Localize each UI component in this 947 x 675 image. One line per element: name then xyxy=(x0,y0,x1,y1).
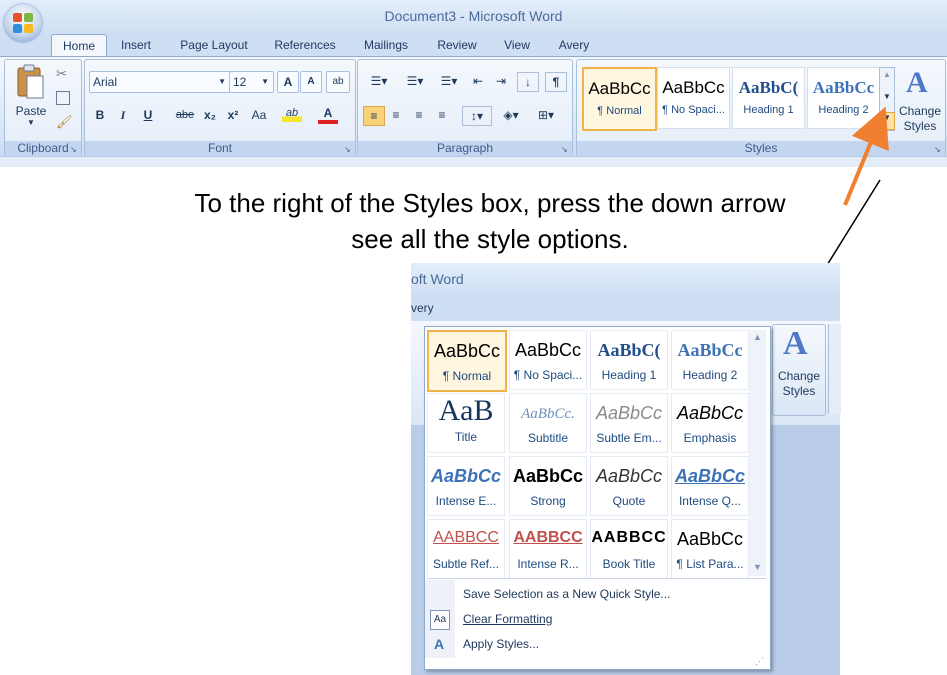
style-label: Emphasis xyxy=(683,431,737,445)
style-sample: AaBbCc xyxy=(430,466,501,486)
style-sample: AaBbCc xyxy=(676,529,744,549)
zoom-tab-avery: very xyxy=(411,301,434,315)
zoom-next-group xyxy=(828,324,841,414)
gallery-scrollbar[interactable]: ▲ ▼ xyxy=(749,330,766,576)
zoom-change-styles-label-2: Styles xyxy=(782,384,816,398)
gallery-style-subtle-emphasis[interactable]: AaBbCc Subtle Em... xyxy=(590,393,668,453)
style-label: Heading 2 xyxy=(682,368,738,382)
style-label: Subtle Ref... xyxy=(432,557,500,571)
zoom-change-styles-label-1: Change xyxy=(777,369,821,383)
zoom-tab-bar: very xyxy=(411,295,840,321)
clear-formatting-icon: Aa xyxy=(430,610,450,630)
apply-styles-icon: A xyxy=(433,636,445,652)
gallery-style-no-spacing[interactable]: AaBbCc ¶ No Spaci... xyxy=(509,330,587,390)
menu-save-quick-style[interactable]: Save Selection as a New Quick Style... xyxy=(463,583,670,605)
style-sample: AABBCC xyxy=(513,529,583,546)
gallery-style-quote[interactable]: AaBbCc Quote xyxy=(590,456,668,516)
style-label: Strong xyxy=(530,494,566,508)
menu-apply-styles[interactable]: Apply Styles... xyxy=(463,633,539,655)
style-label: ¶ Normal xyxy=(442,369,492,383)
style-sample: AaBbCc xyxy=(595,466,663,486)
gallery-style-heading-2[interactable]: AaBbCc Heading 2 xyxy=(671,330,749,390)
gallery-style-strong[interactable]: AaBbCc Strong xyxy=(509,456,587,516)
style-sample: AaBbCc xyxy=(514,340,582,360)
style-label: Intense E... xyxy=(435,494,497,508)
office-button[interactable] xyxy=(4,4,42,42)
menu-separator xyxy=(428,578,766,579)
style-label: ¶ List Para... xyxy=(676,557,744,571)
gallery-style-list-paragraph[interactable]: AaBbCc ¶ List Para... xyxy=(671,519,749,579)
style-label: Intense Q... xyxy=(678,494,742,508)
style-sample: AaB xyxy=(438,394,494,426)
change-styles-icon: A xyxy=(783,325,808,362)
gallery-style-emphasis[interactable]: AaBbCc Emphasis xyxy=(671,393,749,453)
gallery-style-intense-quote[interactable]: AaBbCc Intense Q... xyxy=(671,456,749,516)
style-label: Book Title xyxy=(602,557,656,571)
scroll-down-icon[interactable]: ▼ xyxy=(749,562,766,572)
style-sample: AaBbCc xyxy=(595,403,663,423)
scroll-up-icon[interactable]: ▲ xyxy=(749,332,766,342)
style-sample: AaBbCc xyxy=(677,340,743,360)
menu-clear-formatting[interactable]: Clear Formatting xyxy=(463,608,552,630)
style-label: Quote xyxy=(612,494,646,508)
style-sample: AaBbCc xyxy=(512,466,583,486)
style-label: Title xyxy=(454,430,478,444)
style-label: Subtle Em... xyxy=(596,431,662,445)
gallery-style-intense-emphasis[interactable]: AaBbCc Intense E... xyxy=(427,456,505,516)
gallery-style-normal[interactable]: AaBbCc ¶ Normal xyxy=(427,330,507,392)
gallery-style-intense-reference[interactable]: AABBCC Intense R... xyxy=(509,519,587,579)
zoom-title-bar: oft Word xyxy=(411,263,840,295)
style-sample: AABBCC xyxy=(591,529,667,546)
style-sample: AaBbC( xyxy=(597,340,661,360)
gallery-style-subtitle[interactable]: AaBbCc. Subtitle xyxy=(509,393,587,453)
style-label: Subtitle xyxy=(527,431,569,445)
zoom-change-styles-button[interactable]: A Change Styles xyxy=(772,324,826,416)
zoom-window-title: oft Word xyxy=(411,271,464,287)
gallery-style-book-title[interactable]: AABBCC Book Title xyxy=(590,519,668,579)
style-sample: AABBCC xyxy=(433,529,499,546)
style-label: Intense R... xyxy=(517,557,579,571)
style-sample: AaBbCc xyxy=(676,403,744,423)
office-logo-icon xyxy=(13,13,33,33)
gallery-style-title[interactable]: AaB Title xyxy=(427,393,505,453)
style-sample: AaBbCc. xyxy=(521,406,575,422)
resize-grip-icon[interactable]: ⋰ xyxy=(755,656,767,666)
orange-arrow xyxy=(843,106,889,206)
style-sample: AaBbCc xyxy=(433,341,501,361)
style-label: Heading 1 xyxy=(601,368,657,382)
style-label: ¶ No Spaci... xyxy=(513,368,583,382)
gallery-style-heading-1[interactable]: AaBbC( Heading 1 xyxy=(590,330,668,390)
style-sample: AaBbCc xyxy=(674,466,745,486)
gallery-style-subtle-reference[interactable]: AABBCC Subtle Ref... xyxy=(427,519,505,579)
